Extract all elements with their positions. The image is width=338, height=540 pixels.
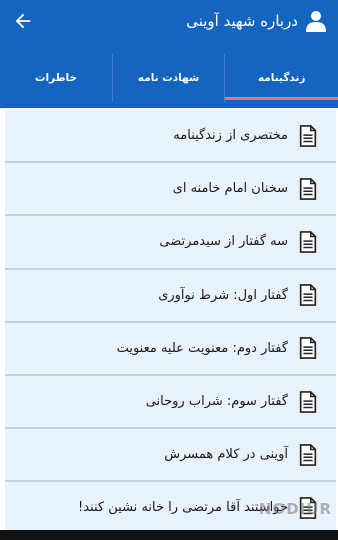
list-item-label: سخنان امام خامنه ای [172, 181, 288, 197]
person-icon [306, 11, 326, 32]
tab-martyrdom-letter[interactable]: شهادت نامه [113, 54, 226, 102]
list-item[interactable]: سخنان امام خامنه ای [5, 163, 336, 217]
tab-biography[interactable]: زندگینامه [225, 54, 338, 102]
arrow-left-icon [15, 13, 31, 29]
system-nav-bar [0, 530, 338, 540]
list-item-label: گفتار سوم: شراب روحانی [145, 394, 288, 410]
document-icon [299, 443, 317, 466]
list-item-label: گفتار اول: شرط نوآوری [158, 287, 288, 303]
watermark: NODIUR [258, 500, 332, 518]
title-bar: درباره شهید آوینی [0, 0, 338, 44]
list-item-label: مختصری از زندگینامه [173, 128, 288, 144]
app-bar: درباره شهید آوینی زندگینامه شهادت نامه خ… [0, 0, 338, 108]
tab-memories[interactable]: خاطرات [0, 54, 113, 102]
document-icon [299, 177, 317, 200]
list-item[interactable]: سه گفتار از سیدمرتضی [5, 216, 336, 270]
document-icon [299, 124, 317, 147]
document-icon [299, 284, 317, 307]
document-icon [299, 231, 317, 253]
list-item-label: گفتار دوم: معنویت علیه معنویت [116, 340, 288, 356]
list-item[interactable]: گفتار دوم: معنویت علیه معنویت [5, 322, 336, 376]
list-item[interactable]: گفتار اول: شرط نوآوری [5, 269, 336, 323]
tab-selected-indicator [225, 97, 338, 100]
list-item-label: سه گفتار از سیدمرتضی [159, 234, 288, 250]
tab-label: زندگینامه [257, 72, 306, 84]
tab-bar: زندگینامه شهادت نامه خاطرات [0, 54, 338, 102]
tab-label: شهادت نامه [137, 72, 200, 84]
list-item-label: خواستند آقا مرتضی را خانه نشین کنند! [78, 500, 288, 516]
back-button[interactable] [8, 6, 38, 36]
tab-label: خاطرات [34, 72, 78, 84]
article-list: مختصری از زندگینامه سخنان امام خامنه ای … [5, 110, 336, 530]
list-item[interactable]: مختصری از زندگینامه [5, 110, 336, 164]
list-item[interactable]: گفتار سوم: شراب روحانی [5, 375, 336, 430]
document-icon [299, 390, 317, 413]
list-item[interactable]: آوینی در کلام همسرش [5, 429, 336, 483]
list-item-label: آوینی در کلام همسرش [164, 447, 288, 463]
page-title: درباره شهید آوینی [186, 12, 298, 30]
document-icon [299, 337, 317, 360]
title-group: درباره شهید آوینی [186, 6, 326, 36]
